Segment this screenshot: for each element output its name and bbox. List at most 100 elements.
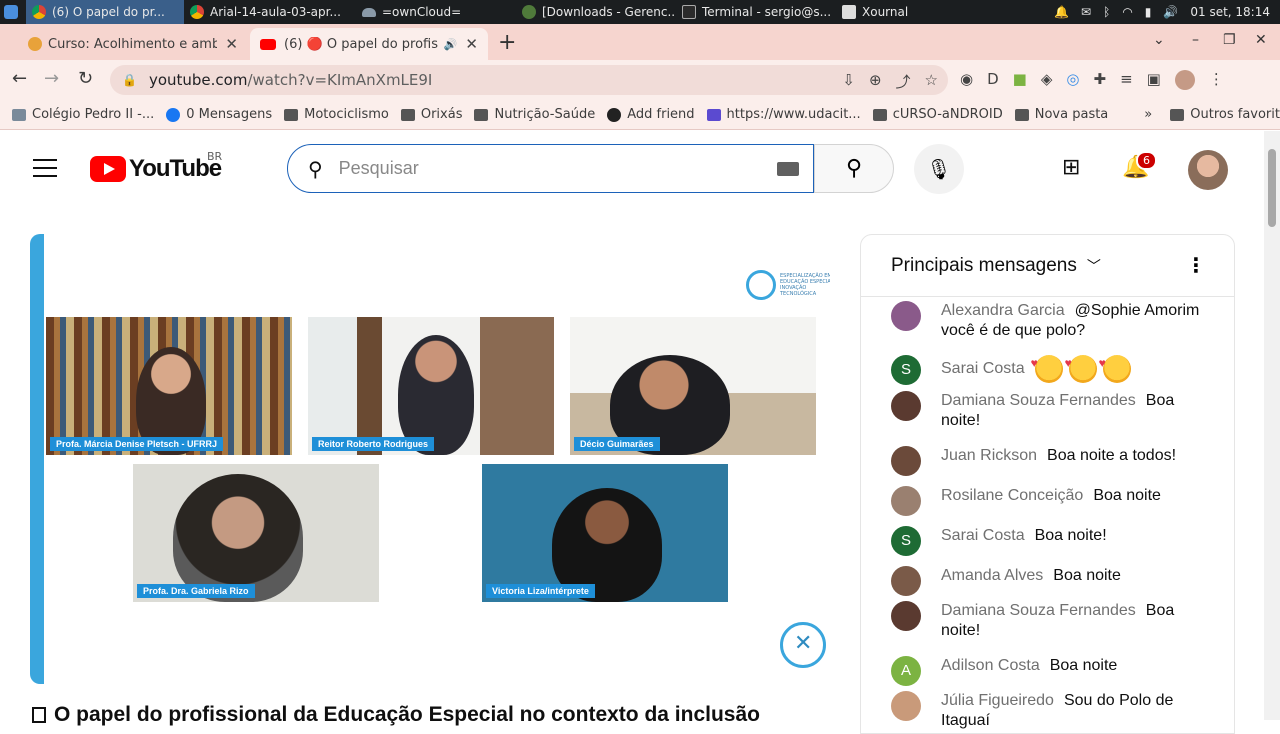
- tab-search-icon[interactable]: ⌄: [1153, 32, 1165, 48]
- chat-message[interactable]: Juan Rickson Boa noite a todos!: [891, 446, 1211, 476]
- chevron-down-icon[interactable]: ﹀: [1087, 256, 1101, 276]
- notification-bell-icon[interactable]: 🔔: [1054, 5, 1069, 19]
- search-input[interactable]: [338, 158, 739, 179]
- bluetooth-icon[interactable]: ᛒ: [1103, 5, 1110, 19]
- share-icon[interactable]: ⤴: [896, 71, 911, 92]
- youtube-logo[interactable]: YouTube: [90, 155, 222, 183]
- battery-icon[interactable]: ▮: [1145, 5, 1152, 19]
- extension-owl-icon[interactable]: ◈: [1041, 70, 1053, 90]
- chat-author-name[interactable]: Sarai Costa: [941, 527, 1025, 544]
- browser-menu-icon[interactable]: ⋮: [1209, 70, 1224, 90]
- chat-author-avatar[interactable]: S: [891, 355, 921, 385]
- bookmark-nutricao[interactable]: Nutrição-Saúde: [474, 107, 595, 122]
- volume-icon[interactable]: 🔊: [1163, 5, 1178, 19]
- chat-author-avatar[interactable]: A: [891, 656, 921, 686]
- chat-author-avatar[interactable]: [891, 691, 921, 721]
- chat-author-name[interactable]: Rosilane Conceição: [941, 487, 1083, 504]
- wifi-icon[interactable]: ◠: [1122, 5, 1132, 19]
- install-icon[interactable]: ⇩: [842, 71, 855, 92]
- video-player[interactable]: ESPECIALIZAÇÃO EM EDUCAÇÃO ESPECIAL E IN…: [30, 234, 830, 684]
- chat-author-name[interactable]: Adilson Costa: [941, 657, 1040, 674]
- chat-author-avatar[interactable]: [891, 301, 921, 331]
- extension-blue-icon[interactable]: ◎: [1066, 70, 1079, 90]
- bookmark-nova-pasta[interactable]: Nova pasta: [1014, 107, 1108, 122]
- chat-message[interactable]: S Sarai Costa Boa noite!: [891, 526, 1211, 556]
- tab-course[interactable]: Curso: Acolhimento e ambienta ✕: [18, 28, 248, 60]
- extension-d-icon[interactable]: D: [987, 70, 999, 90]
- chat-author-name[interactable]: Damiana Souza Fernandes: [941, 392, 1136, 409]
- close-tab-icon[interactable]: ✕: [465, 35, 478, 53]
- back-icon[interactable]: ←: [12, 68, 27, 89]
- tab-youtube[interactable]: (6) 🔴 O papel do profissiona 🔊 ✕: [250, 28, 488, 60]
- bookmark-udacity[interactable]: https://www.udacit...: [706, 107, 861, 122]
- extension-chat-icon[interactable]: ◉: [960, 70, 973, 90]
- chat-author-avatar[interactable]: [891, 391, 921, 421]
- taskbar-window-owncloud[interactable]: =ownCloud=: [356, 0, 516, 24]
- chat-author-name[interactable]: Juan Rickson: [941, 447, 1037, 464]
- search-button[interactable]: ⚲: [814, 144, 894, 193]
- keyboard-icon[interactable]: [777, 162, 799, 176]
- guide-menu-icon[interactable]: [33, 159, 57, 177]
- chat-message[interactable]: Alexandra Garcia @Sophie Amorim você é de…: [891, 301, 1211, 341]
- taskbar-window-xournal[interactable]: Xournal: [836, 0, 956, 24]
- bookmark-mensagens[interactable]: 0 Mensagens: [166, 107, 272, 122]
- close-tab-icon[interactable]: ✕: [225, 35, 238, 53]
- extension-green-icon[interactable]: ■: [1013, 70, 1027, 90]
- audio-playing-icon[interactable]: 🔊: [444, 38, 458, 51]
- scrollbar-thumb[interactable]: [1268, 149, 1276, 227]
- taskbar-window-youtube[interactable]: (6) O papel do pr...: [26, 0, 184, 24]
- more-options-icon[interactable]: ⋮: [1186, 253, 1206, 277]
- chat-author-avatar[interactable]: [891, 566, 921, 596]
- chat-author-name[interactable]: Amanda Alves: [941, 567, 1043, 584]
- bookmark-colegio[interactable]: Colégio Pedro II -...: [12, 107, 154, 122]
- bookmark-orixas[interactable]: Orixás: [400, 107, 462, 122]
- chat-mode-selector[interactable]: Principais mensagens: [891, 255, 1077, 277]
- close-window-icon[interactable]: ✕: [1255, 32, 1267, 48]
- forward-icon[interactable]: →: [44, 68, 59, 89]
- account-avatar[interactable]: [1188, 150, 1228, 190]
- bookmark-add-friend[interactable]: Add friend: [607, 107, 695, 122]
- site-info-icon[interactable]: 🔒: [122, 73, 137, 87]
- chat-author-avatar[interactable]: [891, 446, 921, 476]
- chat-message[interactable]: S Sarai Costa: [891, 353, 1211, 385]
- extensions-puzzle-icon[interactable]: ✚: [1093, 70, 1106, 90]
- profile-avatar-icon[interactable]: [1174, 70, 1195, 90]
- folder-icon: [872, 108, 887, 121]
- chat-message[interactable]: Damiana Souza Fernandes Boa noite!: [891, 391, 1211, 431]
- media-queue-icon[interactable]: ≡: [1120, 70, 1133, 90]
- reload-icon[interactable]: ↻: [78, 68, 93, 89]
- chat-message[interactable]: Damiana Souza Fernandes Boa noite!: [891, 601, 1211, 641]
- taskbar-window-arial[interactable]: Arial-14-aula-03-apr...: [184, 0, 356, 24]
- bookmark-outros-favoritos[interactable]: Outros favoritos: [1170, 107, 1280, 122]
- app-menu-button[interactable]: [0, 0, 26, 24]
- chat-author-name[interactable]: Damiana Souza Fernandes: [941, 602, 1136, 619]
- chat-message[interactable]: Rosilane Conceição Boa noite: [891, 486, 1211, 516]
- chat-author-avatar[interactable]: [891, 601, 921, 631]
- chat-message[interactable]: Júlia Figueiredo Sou do Polo de Itaguaí: [891, 691, 1211, 731]
- minimize-icon[interactable]: –: [1192, 32, 1199, 48]
- bookmarks-overflow-icon[interactable]: »: [1144, 107, 1152, 122]
- search-box[interactable]: ⚲: [287, 144, 814, 193]
- zoom-icon[interactable]: ⊕: [869, 71, 882, 92]
- side-panel-icon[interactable]: ▣: [1147, 70, 1161, 90]
- chat-author-avatar[interactable]: [891, 486, 921, 516]
- chat-author-name[interactable]: Alexandra Garcia: [941, 302, 1065, 319]
- bookmark-curso-android[interactable]: cURSO-aNDROID: [872, 107, 1003, 122]
- chat-author-name[interactable]: Sarai Costa: [941, 360, 1025, 377]
- restore-icon[interactable]: ❐: [1223, 32, 1236, 48]
- chat-message[interactable]: A Adilson Costa Boa noite: [891, 656, 1211, 686]
- clock[interactable]: 01 set, 18:14: [1190, 5, 1270, 19]
- bookmark-star-icon[interactable]: ☆: [925, 71, 938, 92]
- chat-author-name[interactable]: Júlia Figueiredo: [941, 692, 1054, 709]
- bookmark-motociclismo[interactable]: Motociclismo: [284, 107, 389, 122]
- new-tab-button[interactable]: +: [498, 30, 516, 55]
- mail-icon[interactable]: ✉: [1081, 5, 1091, 19]
- chat-author-avatar[interactable]: S: [891, 526, 921, 556]
- address-bar[interactable]: 🔒 youtube.com /watch?v=KImAnXmLE9I ⇩ ⊕ ⤴…: [110, 65, 948, 95]
- page-scrollbar[interactable]: [1264, 131, 1280, 720]
- taskbar-window-downloads[interactable]: [Downloads - Gerenc...: [516, 0, 676, 24]
- chat-message[interactable]: Amanda Alves Boa noite: [891, 566, 1211, 596]
- create-video-icon[interactable]: ⊞: [1062, 155, 1080, 180]
- taskbar-window-terminal[interactable]: Terminal - sergio@s...: [676, 0, 836, 24]
- voice-search-button[interactable]: 🎙: [914, 144, 964, 194]
